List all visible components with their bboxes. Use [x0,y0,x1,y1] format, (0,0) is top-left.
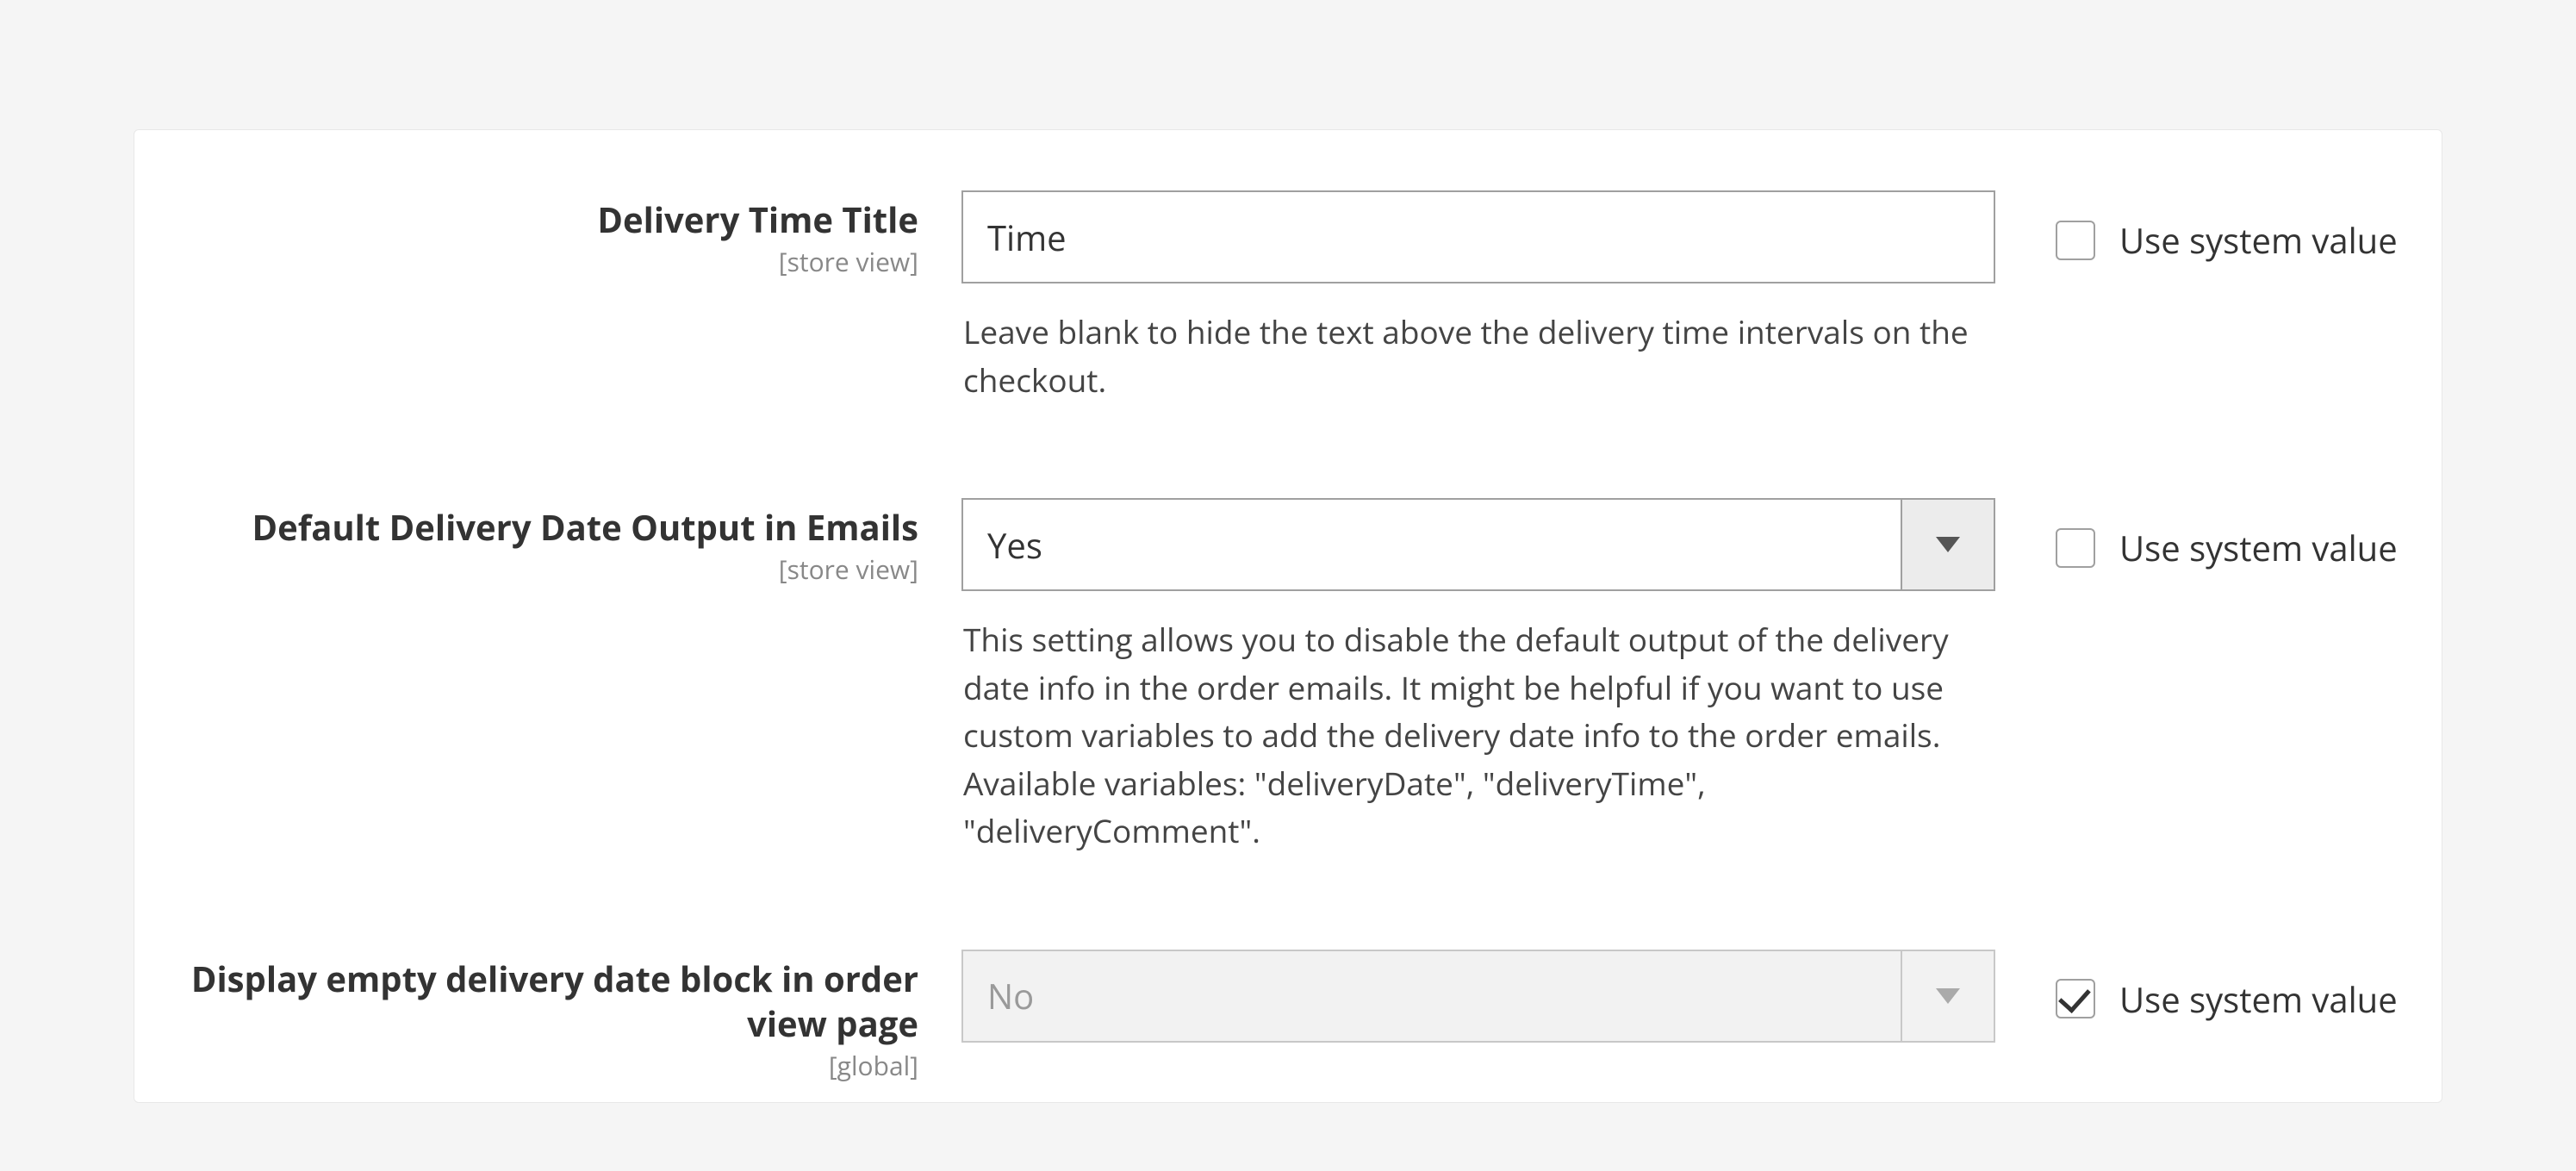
field-scope: [global] [186,1048,918,1083]
field-scope: [store view] [186,244,918,279]
field-label: Display empty delivery date block in ord… [191,955,918,1047]
field-control-col: Yes This setting allows you to disable t… [961,498,1995,855]
caret-down-icon [1936,988,1960,1004]
use-system-value-label: Use system value [2119,216,2398,264]
field-label: Delivery Time Title [597,196,918,243]
field-label-col: Display empty delivery date block in ord… [186,950,961,1083]
use-system-value-checkbox[interactable] [2056,979,2095,1018]
field-display-empty-block: Display empty delivery date block in ord… [186,950,2390,1083]
field-control-col: No [961,950,1995,1043]
use-system-value-label: Use system value [2119,975,2398,1023]
config-panel: Delivery Time Title [store view] Leave b… [134,129,2442,1103]
field-label-col: Default Delivery Date Output in Emails [… [186,498,961,587]
field-note: Leave blank to hide the text above the d… [961,308,1995,403]
caret-down-icon [1936,537,1960,552]
field-scope: [store view] [186,551,918,587]
select-value: Yes [963,500,1901,589]
select-value: No [963,951,1901,1041]
display-empty-block-select: No [961,950,1995,1043]
use-system-value-group: Use system value [1995,498,2398,571]
use-system-value-group: Use system value [1995,190,2398,264]
select-caret-button [1901,951,1994,1041]
field-default-email-output: Default Delivery Date Output in Emails [… [186,498,2390,855]
field-label-col: Delivery Time Title [store view] [186,190,961,279]
viewport: Delivery Time Title [store view] Leave b… [0,0,2576,1171]
default-email-output-select[interactable]: Yes [961,498,1995,591]
field-delivery-time-title: Delivery Time Title [store view] Leave b… [186,190,2390,403]
use-system-value-checkbox[interactable] [2056,528,2095,568]
delivery-time-title-input[interactable] [961,190,1995,283]
use-system-value-group: Use system value [1995,950,2398,1023]
field-label: Default Delivery Date Output in Emails [252,503,918,551]
select-caret-button[interactable] [1901,500,1994,589]
use-system-value-checkbox[interactable] [2056,221,2095,260]
field-control-col: Leave blank to hide the text above the d… [961,190,1995,403]
field-note: This setting allows you to disable the d… [961,615,1995,855]
use-system-value-label: Use system value [2119,524,2398,571]
